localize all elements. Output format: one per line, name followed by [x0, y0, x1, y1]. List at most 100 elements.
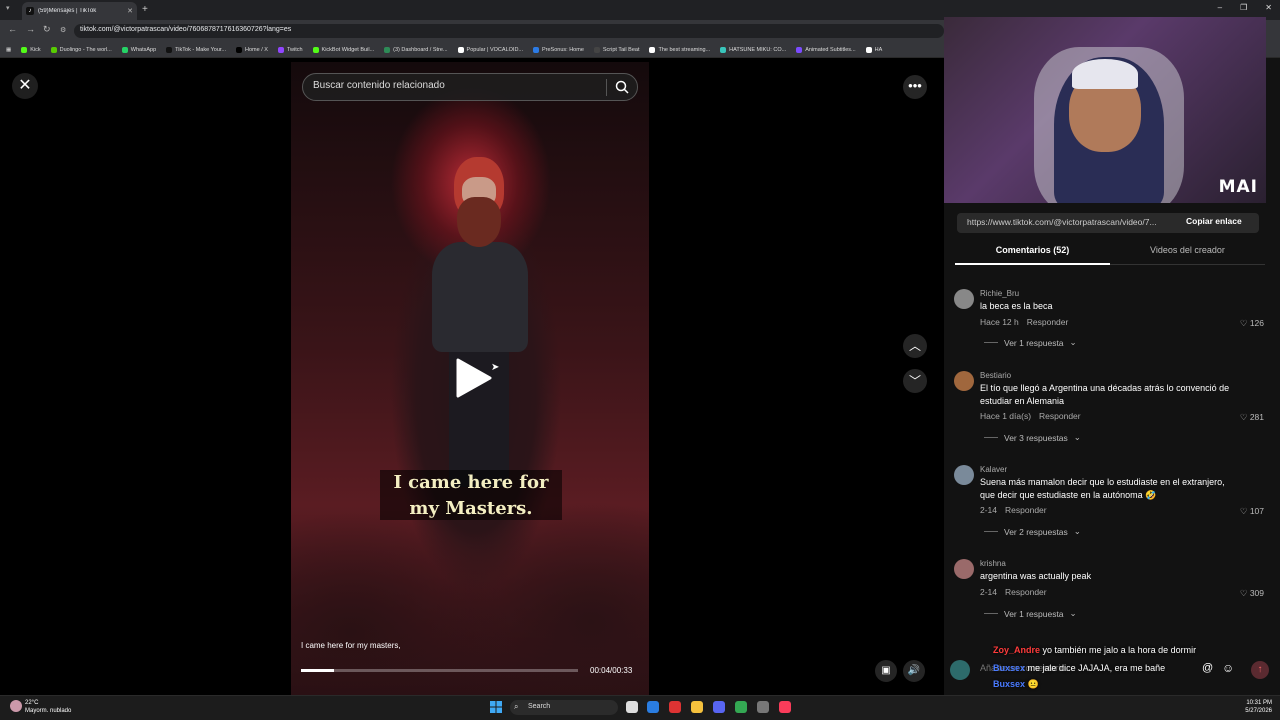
performer-figure: [424, 157, 534, 487]
comment-user[interactable]: Richie_Bru: [980, 289, 1019, 298]
chat-user: Buxsex: [993, 663, 1026, 673]
file-explorer-icon[interactable]: [691, 701, 703, 713]
window-close-icon[interactable]: ✕: [1265, 3, 1272, 12]
miniplayer-icon[interactable]: ▣: [875, 660, 897, 682]
tab-menu-icon[interactable]: ▾: [6, 4, 10, 12]
tab-creator-videos[interactable]: Videos del creador: [1110, 245, 1265, 255]
caption-line-1: I came here for: [393, 472, 549, 493]
clock-time: 10:31 PM: [1246, 700, 1272, 706]
avatar[interactable]: [954, 371, 974, 391]
active-tab-indicator: [955, 263, 1110, 265]
reply-button[interactable]: Responder: [1005, 587, 1047, 597]
reply-button[interactable]: Responder: [1005, 505, 1047, 515]
bookmark-label: HA: [874, 46, 883, 53]
bookmark-favicon-icon: [312, 46, 319, 53]
bookmark-favicon-icon: [865, 46, 872, 53]
bookmark-item[interactable]: PreSonus: Home: [533, 46, 584, 53]
chat-message: Buxsex me jale dice JAJAJA, era me bañe: [993, 663, 1165, 673]
url-field[interactable]: tiktok.com/@victorpatrascan/video/760687…: [74, 24, 944, 38]
volume-icon[interactable]: 🔊: [903, 660, 925, 682]
taskbar-search[interactable]: Search: [510, 700, 618, 715]
search-input[interactable]: [313, 80, 593, 91]
music-icon[interactable]: [779, 701, 791, 713]
bookmark-item[interactable]: Home / X: [236, 46, 268, 53]
comment-text: la beca es la beca: [980, 301, 1053, 311]
close-button[interactable]: ✕: [12, 73, 38, 99]
comment-user[interactable]: krishna: [980, 559, 1006, 568]
bookmark-item[interactable]: (3) Dashboard / Stre...: [384, 46, 448, 53]
minimize-icon[interactable]: –: [1218, 3, 1222, 12]
view-replies-button[interactable]: Ver 2 respuestas ⌄: [984, 526, 1081, 537]
bookmark-favicon-icon: [649, 46, 656, 53]
bookmark-item[interactable]: KickBot Widget Buil...: [312, 46, 374, 53]
bookmark-item[interactable]: Popular | VOCALOID...: [457, 46, 523, 53]
bookmark-item[interactable]: The best streaming...: [649, 46, 710, 53]
weather-widget[interactable]: 22°C Mayorm. nublado: [25, 699, 71, 715]
view-replies-button[interactable]: Ver 3 respuestas ⌄: [984, 432, 1081, 443]
avatar[interactable]: [954, 289, 974, 309]
bookmark-item[interactable]: Script Tail Beat: [593, 46, 639, 53]
apps-icon[interactable]: ▦: [6, 47, 11, 53]
chat-user: Zoy_Andre: [993, 645, 1041, 655]
tab-close-icon[interactable]: ✕: [127, 7, 133, 15]
system-clock[interactable]: 10:31 PM 5/27/2026: [1236, 699, 1272, 715]
back-icon[interactable]: ←: [8, 24, 17, 34]
edge-icon[interactable]: [647, 701, 659, 713]
view-replies-button[interactable]: Ver 1 respuesta ⌄: [984, 608, 1077, 619]
previous-video-button[interactable]: ︿: [903, 334, 927, 358]
reply-button[interactable]: Responder: [1027, 317, 1069, 327]
progress-track[interactable]: [301, 669, 578, 672]
post-comment-button[interactable]: ↑: [1251, 661, 1269, 679]
emoji-icon[interactable]: ☺: [1222, 661, 1234, 675]
like-button[interactable]: ♡ 126: [1240, 318, 1264, 329]
search-icon[interactable]: [615, 80, 629, 94]
task-view-icon[interactable]: [626, 701, 638, 713]
tab-comments[interactable]: Comentarios (52): [955, 245, 1110, 255]
view-replies-button[interactable]: Ver 1 respuesta ⌄: [984, 337, 1077, 348]
like-button[interactable]: ♡ 107: [1240, 506, 1264, 517]
browser-tab[interactable]: ♪ (59)Mensajes | TikTok ✕: [22, 2, 137, 20]
comment-user[interactable]: Kalaver: [980, 465, 1007, 474]
bookmark-item[interactable]: WhatsApp: [121, 46, 157, 53]
app-icon[interactable]: [669, 701, 681, 713]
maximize-icon[interactable]: ❐: [1240, 3, 1247, 12]
chat-message: Zoy_Andre yo también me jalo a la hora d…: [993, 645, 1196, 655]
mention-icon[interactable]: @: [1202, 662, 1213, 674]
avatar[interactable]: [954, 559, 974, 579]
settings-icon[interactable]: [757, 701, 769, 713]
windows-start-icon[interactable]: [490, 701, 502, 713]
play-icon[interactable]: [454, 358, 494, 398]
bookmark-label: WhatsApp: [130, 46, 157, 53]
comment-text: Suena más mamalon decir que lo estudiast…: [980, 477, 1225, 500]
bookmark-item[interactable]: Twitch: [277, 46, 303, 53]
bookmark-favicon-icon: [457, 46, 464, 53]
reload-icon[interactable]: ↻: [43, 24, 51, 35]
bookmark-item[interactable]: HA: [865, 46, 883, 53]
copy-link-button[interactable]: Copiar enlace: [1186, 216, 1242, 226]
caption-line-2: my Masters.: [409, 498, 533, 519]
bookmark-item[interactable]: Kick: [21, 46, 41, 53]
bookmark-label: Home / X: [245, 46, 268, 53]
next-video-button[interactable]: ﹀: [903, 369, 927, 393]
comment-user[interactable]: Bestiario: [980, 371, 1011, 380]
more-options-button[interactable]: •••: [903, 75, 927, 99]
bookmark-item[interactable]: Animated Subtitles...: [796, 46, 856, 53]
new-tab-icon[interactable]: +: [142, 4, 148, 15]
chevron-down-icon: ⌄: [1069, 337, 1077, 347]
reply-button[interactable]: Responder: [1039, 411, 1081, 421]
like-button[interactable]: ♡ 309: [1240, 588, 1264, 599]
chrome-icon[interactable]: [735, 701, 747, 713]
forward-icon[interactable]: →: [26, 24, 35, 34]
bookmark-favicon-icon: [593, 46, 600, 53]
avatar[interactable]: [954, 465, 974, 485]
discord-icon[interactable]: [713, 701, 725, 713]
bookmark-favicon-icon: [121, 46, 128, 53]
chat-text: me jale dice JAJAJA, era me bañe: [1027, 663, 1166, 673]
bookmark-item[interactable]: Duolingo - The worl...: [50, 46, 112, 53]
progress-fill: [301, 669, 335, 672]
weather-icon: [10, 700, 22, 712]
site-info-icon[interactable]: ⚙: [60, 26, 66, 34]
bookmark-item[interactable]: TikTok - Make Your...: [166, 46, 226, 53]
like-button[interactable]: ♡ 281: [1240, 412, 1264, 423]
bookmark-item[interactable]: HATSUNE MIKU: CO...: [720, 46, 786, 53]
